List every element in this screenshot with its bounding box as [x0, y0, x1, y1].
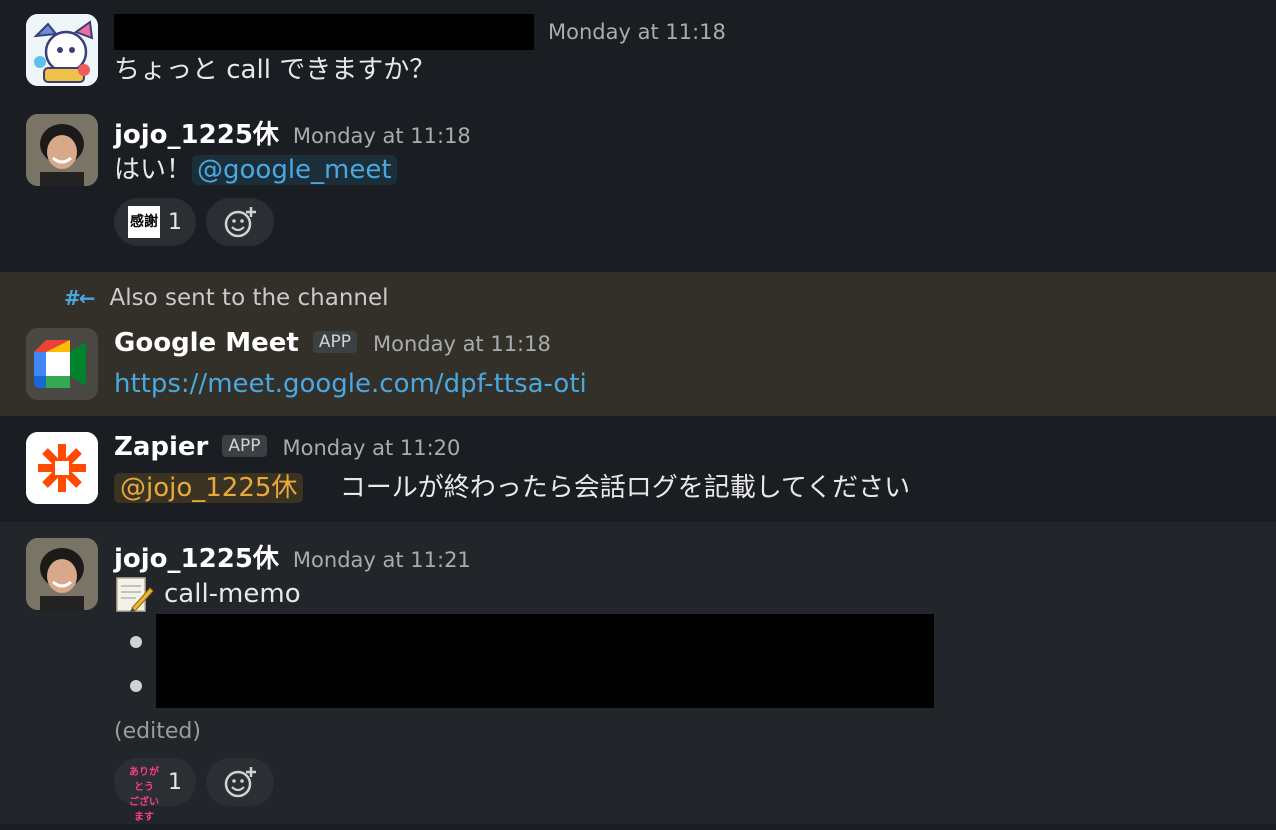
reaction-arigatou[interactable]: ありがとう ございます 1 [114, 758, 196, 823]
add-reaction-icon [224, 207, 256, 238]
avatar-jojo[interactable] [26, 538, 98, 610]
redacted-username [114, 14, 534, 50]
app-badge: APP [222, 435, 267, 457]
message-4: Zapier APP Monday at 11:20 @jojo_1225休 コ… [0, 416, 1276, 522]
zapier-logo [26, 432, 98, 504]
avatar-zapier[interactable] [26, 432, 98, 504]
hash-channel-icon: #← [64, 286, 95, 310]
avatar-user-1[interactable] [26, 14, 98, 86]
message-text: ちょっと call できますか？ [114, 55, 436, 85]
message-3: Google Meet APP Monday at 11:18 https://… [0, 324, 1276, 404]
meet-link[interactable]: https://meet.google.com/dpf-ttsa-oti [114, 369, 587, 399]
reactions-bar: ありがとう ございます 1 [114, 758, 1250, 823]
arigatou-line-2: ございます [129, 797, 159, 823]
add-reaction-button[interactable] [206, 758, 274, 806]
kansha-emoji-icon: 感謝 [128, 206, 160, 238]
reactions-bar: 感謝 1 [114, 198, 1250, 246]
person-avatar-image [26, 538, 98, 610]
memo-bullet-list [114, 614, 1250, 708]
message-text: はい！ [114, 155, 193, 185]
add-reaction-button[interactable] [206, 198, 274, 246]
avatar-google-meet[interactable] [26, 328, 98, 400]
redacted-memo-content [156, 614, 934, 708]
arigatou-line-1: ありがとう [129, 767, 159, 793]
memo-title: call-memo [164, 579, 301, 609]
mention-jojo[interactable]: @jojo_1225休 [114, 473, 304, 503]
mention-google-meet[interactable]: @google_meet [192, 155, 397, 185]
character-avatar-image [26, 14, 98, 86]
message-text-row: @jojo_1225休 コールが終わったら会話ログを記載してください [114, 468, 1250, 508]
message-timestamp[interactable]: Monday at 11:21 [293, 548, 471, 572]
app-badge: APP [312, 331, 357, 353]
memo-icon [116, 577, 154, 612]
author-name[interactable]: Zapier [114, 432, 208, 462]
reaction-count: 1 [168, 209, 182, 235]
add-reaction-icon [224, 767, 256, 798]
bullet-2 [130, 680, 142, 692]
author-name[interactable]: jojo_1225休 [114, 538, 279, 575]
edited-label: (edited) [114, 719, 201, 744]
person-avatar-image [26, 114, 98, 186]
message-timestamp[interactable]: Monday at 11:18 [373, 332, 551, 356]
also-sent-section: #← Also sent to the channel Google Meet … [0, 272, 1276, 416]
google-meet-logo [26, 328, 98, 400]
message-text-row: はい！ @google_meet [114, 150, 1250, 190]
reaction-count: 1 [168, 769, 182, 795]
message-timestamp[interactable]: Monday at 11:20 [283, 436, 461, 460]
avatar-jojo[interactable] [26, 114, 98, 186]
message-timestamp[interactable]: Monday at 11:18 [548, 20, 726, 44]
arigatou-emoji-icon: ありがとう ございます [128, 765, 160, 823]
bullet-1 [130, 636, 142, 648]
author-name[interactable]: Google Meet [114, 328, 299, 358]
message-text: コールが終わったら会話ログを記載してください [339, 473, 911, 503]
also-sent-row: #← Also sent to the channel [0, 272, 1276, 324]
message-timestamp[interactable]: Monday at 11:18 [293, 124, 471, 148]
message-2: jojo_1225休 Monday at 11:18 はい！ @google_me… [0, 98, 1276, 272]
message-5: jojo_1225休 Monday at 11:21 call-memo (ed… [0, 522, 1276, 824]
memo-title-row: call-memo [114, 574, 1250, 614]
reaction-kansha[interactable]: 感謝 1 [114, 198, 196, 246]
also-sent-label[interactable]: Also sent to the channel [110, 285, 389, 311]
author-name[interactable]: jojo_1225休 [114, 114, 279, 151]
message-1: Monday at 11:18 ちょっと call できますか？ [0, 0, 1276, 98]
